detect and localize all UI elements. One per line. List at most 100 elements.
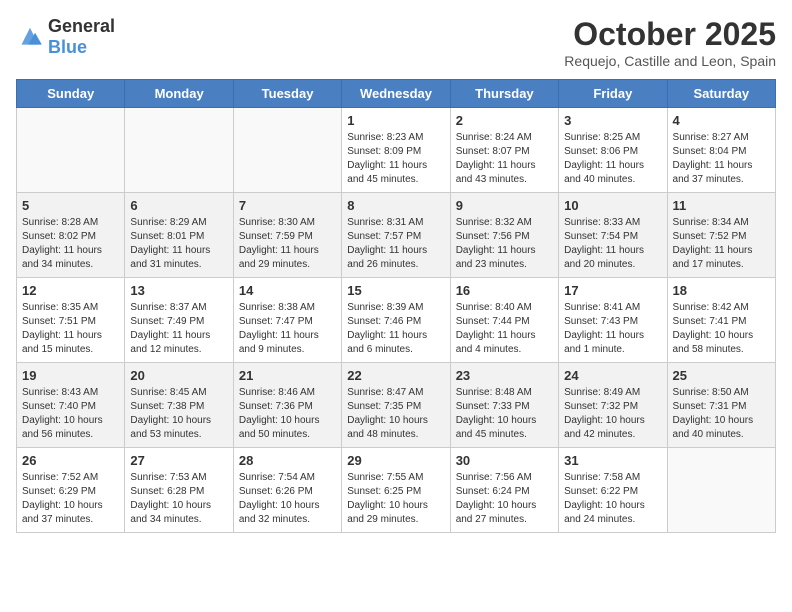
day-info: Sunrise: 8:29 AM Sunset: 8:01 PM Dayligh… [130, 216, 227, 272]
calendar-cell: 6 Sunrise: 8:29 AM Sunset: 8:01 PM Daylig… [125, 193, 233, 278]
day-info: Sunrise: 8:31 AM Sunset: 7:57 PM Dayligh… [347, 216, 444, 272]
day-number: 31 [564, 453, 661, 468]
calendar-cell: 18 Sunrise: 8:42 AM Sunset: 7:41 PM Dayli… [667, 278, 775, 363]
calendar-cell: 2 Sunrise: 8:24 AM Sunset: 8:07 PM Daylig… [450, 108, 558, 193]
day-number: 23 [456, 368, 553, 383]
day-info: Sunrise: 8:33 AM Sunset: 7:54 PM Dayligh… [564, 216, 661, 272]
day-info: Sunrise: 8:38 AM Sunset: 7:47 PM Dayligh… [239, 301, 336, 357]
logo: General Blue [16, 16, 115, 58]
day-number: 3 [564, 113, 661, 128]
logo-text: General Blue [48, 16, 115, 58]
day-info: Sunrise: 7:55 AM Sunset: 6:25 PM Dayligh… [347, 471, 444, 527]
day-number: 28 [239, 453, 336, 468]
day-info: Sunrise: 8:48 AM Sunset: 7:33 PM Dayligh… [456, 386, 553, 442]
day-info: Sunrise: 7:56 AM Sunset: 6:24 PM Dayligh… [456, 471, 553, 527]
header-wednesday: Wednesday [342, 80, 450, 108]
calendar-week-3: 12Sunrise: 8:35 AM Sunset: 7:51 PM Dayli… [17, 278, 776, 363]
calendar-cell: 15 Sunrise: 8:39 AM Sunset: 7:46 PM Dayli… [342, 278, 450, 363]
day-number: 21 [239, 368, 336, 383]
day-number: 22 [347, 368, 444, 383]
day-number: 14 [239, 283, 336, 298]
calendar-cell: 9 Sunrise: 8:32 AM Sunset: 7:56 PM Daylig… [450, 193, 558, 278]
day-number: 15 [347, 283, 444, 298]
calendar-cell: 12Sunrise: 8:35 AM Sunset: 7:51 PM Dayli… [17, 278, 125, 363]
calendar-cell [17, 108, 125, 193]
calendar-cell: 17Sunrise: 8:41 AM Sunset: 7:43 PM Dayli… [559, 278, 667, 363]
calendar-cell: 1 Sunrise: 8:23 AM Sunset: 8:09 PM Daylig… [342, 108, 450, 193]
day-info: Sunrise: 7:52 AM Sunset: 6:29 PM Dayligh… [22, 471, 119, 527]
logo-general: General [48, 16, 115, 36]
day-info: Sunrise: 8:42 AM Sunset: 7:41 PM Dayligh… [673, 301, 770, 357]
day-number: 9 [456, 198, 553, 213]
day-number: 11 [673, 198, 770, 213]
calendar-cell: 16 Sunrise: 8:40 AM Sunset: 7:44 PM Dayli… [450, 278, 558, 363]
calendar-cell: 3 Sunrise: 8:25 AM Sunset: 8:06 PM Daylig… [559, 108, 667, 193]
title-month: October 2025 [564, 16, 776, 53]
day-info: Sunrise: 8:49 AM Sunset: 7:32 PM Dayligh… [564, 386, 661, 442]
day-info: Sunrise: 7:54 AM Sunset: 6:26 PM Dayligh… [239, 471, 336, 527]
logo-icon [16, 26, 44, 48]
day-number: 7 [239, 198, 336, 213]
calendar-cell: 7 Sunrise: 8:30 AM Sunset: 7:59 PM Daylig… [233, 193, 341, 278]
day-info: Sunrise: 8:27 AM Sunset: 8:04 PM Dayligh… [673, 131, 770, 187]
day-number: 10 [564, 198, 661, 213]
day-info: Sunrise: 8:43 AM Sunset: 7:40 PM Dayligh… [22, 386, 119, 442]
calendar-cell: 27Sunrise: 7:53 AM Sunset: 6:28 PM Dayli… [125, 448, 233, 533]
header-saturday: Saturday [667, 80, 775, 108]
calendar-week-5: 26Sunrise: 7:52 AM Sunset: 6:29 PM Dayli… [17, 448, 776, 533]
day-number: 4 [673, 113, 770, 128]
day-number: 18 [673, 283, 770, 298]
calendar-cell: 8 Sunrise: 8:31 AM Sunset: 7:57 PM Daylig… [342, 193, 450, 278]
header-friday: Friday [559, 80, 667, 108]
calendar-cell: 13Sunrise: 8:37 AM Sunset: 7:49 PM Dayli… [125, 278, 233, 363]
calendar-cell: 26Sunrise: 7:52 AM Sunset: 6:29 PM Dayli… [17, 448, 125, 533]
day-number: 25 [673, 368, 770, 383]
day-number: 29 [347, 453, 444, 468]
day-number: 30 [456, 453, 553, 468]
day-number: 5 [22, 198, 119, 213]
calendar-cell: 14 Sunrise: 8:38 AM Sunset: 7:47 PM Dayli… [233, 278, 341, 363]
title-block: October 2025 Requejo, Castille and Leon,… [564, 16, 776, 69]
day-info: Sunrise: 8:41 AM Sunset: 7:43 PM Dayligh… [564, 301, 661, 357]
calendar-cell: 5Sunrise: 8:28 AM Sunset: 8:02 PM Daylig… [17, 193, 125, 278]
calendar-cell: 25 Sunrise: 8:50 AM Sunset: 7:31 PM Dayli… [667, 363, 775, 448]
calendar-cell [667, 448, 775, 533]
day-info: Sunrise: 8:25 AM Sunset: 8:06 PM Dayligh… [564, 131, 661, 187]
day-number: 2 [456, 113, 553, 128]
calendar-week-1: 1 Sunrise: 8:23 AM Sunset: 8:09 PM Daylig… [17, 108, 776, 193]
day-info: Sunrise: 8:34 AM Sunset: 7:52 PM Dayligh… [673, 216, 770, 272]
calendar-cell: 28 Sunrise: 7:54 AM Sunset: 6:26 PM Dayli… [233, 448, 341, 533]
day-number: 6 [130, 198, 227, 213]
header-tuesday: Tuesday [233, 80, 341, 108]
day-info: Sunrise: 7:58 AM Sunset: 6:22 PM Dayligh… [564, 471, 661, 527]
calendar-header-row: Sunday Monday Tuesday Wednesday Thursday… [17, 80, 776, 108]
calendar-cell: 30 Sunrise: 7:56 AM Sunset: 6:24 PM Dayli… [450, 448, 558, 533]
day-info: Sunrise: 8:40 AM Sunset: 7:44 PM Dayligh… [456, 301, 553, 357]
calendar-cell [233, 108, 341, 193]
day-info: Sunrise: 8:46 AM Sunset: 7:36 PM Dayligh… [239, 386, 336, 442]
day-info: Sunrise: 8:50 AM Sunset: 7:31 PM Dayligh… [673, 386, 770, 442]
calendar-cell: 4 Sunrise: 8:27 AM Sunset: 8:04 PM Daylig… [667, 108, 775, 193]
day-number: 20 [130, 368, 227, 383]
title-location: Requejo, Castille and Leon, Spain [564, 53, 776, 69]
day-info: Sunrise: 8:39 AM Sunset: 7:46 PM Dayligh… [347, 301, 444, 357]
calendar-cell: 10 Sunrise: 8:33 AM Sunset: 7:54 PM Dayli… [559, 193, 667, 278]
calendar-cell: 19Sunrise: 8:43 AM Sunset: 7:40 PM Dayli… [17, 363, 125, 448]
calendar-cell: 23 Sunrise: 8:48 AM Sunset: 7:33 PM Dayli… [450, 363, 558, 448]
day-number: 13 [130, 283, 227, 298]
day-info: Sunrise: 8:23 AM Sunset: 8:09 PM Dayligh… [347, 131, 444, 187]
calendar-cell: 20 Sunrise: 8:45 AM Sunset: 7:38 PM Dayli… [125, 363, 233, 448]
day-number: 12 [22, 283, 119, 298]
day-info: Sunrise: 8:45 AM Sunset: 7:38 PM Dayligh… [130, 386, 227, 442]
day-info: Sunrise: 8:30 AM Sunset: 7:59 PM Dayligh… [239, 216, 336, 272]
day-number: 1 [347, 113, 444, 128]
logo-blue: Blue [48, 37, 87, 57]
day-info: Sunrise: 8:24 AM Sunset: 8:07 PM Dayligh… [456, 131, 553, 187]
calendar-cell: 24Sunrise: 8:49 AM Sunset: 7:32 PM Dayli… [559, 363, 667, 448]
day-info: Sunrise: 8:47 AM Sunset: 7:35 PM Dayligh… [347, 386, 444, 442]
calendar-week-2: 5Sunrise: 8:28 AM Sunset: 8:02 PM Daylig… [17, 193, 776, 278]
calendar-table: Sunday Monday Tuesday Wednesday Thursday… [16, 79, 776, 533]
day-number: 8 [347, 198, 444, 213]
day-number: 16 [456, 283, 553, 298]
day-info: Sunrise: 8:32 AM Sunset: 7:56 PM Dayligh… [456, 216, 553, 272]
